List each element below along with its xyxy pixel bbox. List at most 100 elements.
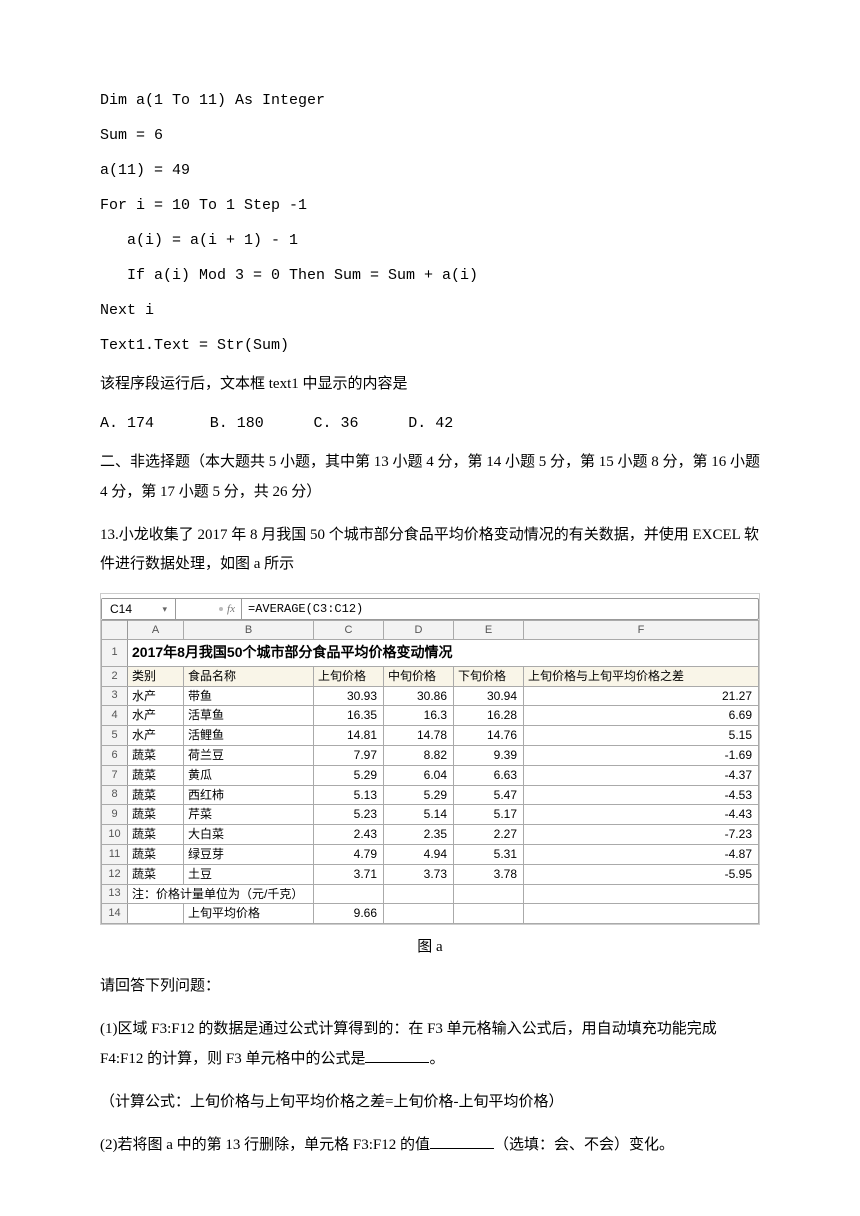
spreadsheet-grid: A B C D E F 1 2017年8月我国50个城市部分食品平均价格变动情况… [101, 620, 759, 924]
option-a: A. 174 [100, 413, 154, 434]
row-num: 3 [102, 686, 128, 706]
q2-post: （选填：会、不会）变化。 [494, 1137, 674, 1153]
code-line-5: a(i) = a(i + 1) - 1 [100, 230, 760, 251]
option-d: D. 42 [408, 413, 453, 434]
empty-cell [524, 884, 759, 904]
row-num: 9 [102, 805, 128, 825]
row-num: 8 [102, 785, 128, 805]
code-line-2: Sum = 6 [100, 125, 760, 146]
cell: 14.76 [454, 726, 524, 746]
answer-options: A. 174 B. 180 C. 36 D. 42 [100, 413, 760, 434]
row-num: 10 [102, 825, 128, 845]
cell: 30.93 [314, 686, 384, 706]
cell: 蔬菜 [128, 845, 184, 865]
row-num: 13 [102, 884, 128, 904]
col-F-header: F [524, 621, 759, 640]
code-line-4: For i = 10 To 1 Step -1 [100, 195, 760, 216]
cell: 3.73 [384, 864, 454, 884]
cell: 3.78 [454, 864, 524, 884]
cell: 5.29 [314, 765, 384, 785]
table-row: 8蔬菜西红柿5.135.295.47-4.53 [102, 785, 759, 805]
cell: 蔬菜 [128, 746, 184, 766]
cell: 2.35 [384, 825, 454, 845]
formula-input: =AVERAGE(C3:C12) [242, 599, 758, 619]
title-row: 1 2017年8月我国50个城市部分食品平均价格变动情况 [102, 640, 759, 667]
cell: -5.95 [524, 864, 759, 884]
fill-blank [365, 1049, 429, 1063]
cell: 蔬菜 [128, 765, 184, 785]
cell: 水产 [128, 686, 184, 706]
row-num: 6 [102, 746, 128, 766]
cell: 14.81 [314, 726, 384, 746]
sub-question-1: (1)区域 F3:F12 的数据是通过公式计算得到的：在 F3 单元格输入公式后… [100, 1015, 760, 1074]
cell: 3.71 [314, 864, 384, 884]
cell: 芹菜 [184, 805, 314, 825]
active-cell-ref: C14 [110, 601, 132, 618]
cell: -4.87 [524, 845, 759, 865]
table-row: 12蔬菜土豆3.713.733.78-5.95 [102, 864, 759, 884]
col-C-header: C [314, 621, 384, 640]
cell: 7.97 [314, 746, 384, 766]
q2-text: (2)若将图 a 中的第 13 行删除，单元格 F3:F12 的值 [100, 1137, 430, 1153]
row-num: 4 [102, 706, 128, 726]
cell: -7.23 [524, 825, 759, 845]
col-B-header: B [184, 621, 314, 640]
section-two-heading: 二、非选择题（本大题共 5 小题，其中第 13 小题 4 分，第 14 小题 5… [100, 448, 760, 507]
figure-caption: 图 a [100, 937, 760, 958]
cell: 蔬菜 [128, 825, 184, 845]
option-c: C. 36 [314, 413, 359, 434]
dot-icon [219, 607, 223, 611]
option-b: B. 180 [210, 413, 264, 434]
cell: 5.23 [314, 805, 384, 825]
cell: 蔬菜 [128, 805, 184, 825]
column-header-row: A B C D E F [102, 621, 759, 640]
hdr-late: 下旬价格 [454, 666, 524, 686]
col-E-header: E [454, 621, 524, 640]
code-line-6: If a(i) Mod 3 = 0 Then Sum = Sum + a(i) [100, 265, 760, 286]
cell: 2.27 [454, 825, 524, 845]
cell: 9.39 [454, 746, 524, 766]
cell: 西红柿 [184, 785, 314, 805]
table-row: 9蔬菜芹菜5.235.145.17-4.43 [102, 805, 759, 825]
cell: 蔬菜 [128, 785, 184, 805]
cell: 5.15 [524, 726, 759, 746]
table-row: 7蔬菜黄瓜5.296.046.63-4.37 [102, 765, 759, 785]
hdr-diff: 上旬价格与上旬平均价格之差 [524, 666, 759, 686]
cell: 水产 [128, 726, 184, 746]
cell: 绿豆芽 [184, 845, 314, 865]
fx-icons: fx [176, 599, 242, 619]
cell: 5.17 [454, 805, 524, 825]
cell: 蔬菜 [128, 864, 184, 884]
cell: 活草鱼 [184, 706, 314, 726]
cell: 5.14 [384, 805, 454, 825]
note-cell: 注：价格计量单位为（元/千克） [128, 884, 314, 904]
code-line-3: a(11) = 49 [100, 160, 760, 181]
cell: 5.29 [384, 785, 454, 805]
q1-note: （计算公式：上旬价格与上旬平均价格之差=上旬价格-上旬平均价格） [100, 1088, 760, 1117]
cell: 4.94 [384, 845, 454, 865]
cell: 8.82 [384, 746, 454, 766]
empty-cell [384, 904, 454, 924]
cell: 6.04 [384, 765, 454, 785]
hdr-early: 上旬价格 [314, 666, 384, 686]
avg-row: 14 上旬平均价格 9.66 [102, 904, 759, 924]
row-num: 1 [102, 640, 128, 667]
avg-label: 上旬平均价格 [184, 904, 314, 924]
cell: -4.37 [524, 765, 759, 785]
table-row: 6蔬菜荷兰豆7.978.829.39-1.69 [102, 746, 759, 766]
note-row: 13 注：价格计量单位为（元/千克） [102, 884, 759, 904]
header-row: 2 类别 食品名称 上旬价格 中旬价格 下旬价格 上旬价格与上旬平均价格之差 [102, 666, 759, 686]
cell: 16.35 [314, 706, 384, 726]
hdr-mid: 中旬价格 [384, 666, 454, 686]
q13-intro: 13.小龙收集了 2017 年 8 月我国 50 个城市部分食品平均价格变动情况… [100, 521, 760, 580]
cell: 5.13 [314, 785, 384, 805]
cell: 5.31 [454, 845, 524, 865]
question-prompt: 该程序段运行后，文本框 text1 中显示的内容是 [100, 370, 760, 399]
empty-cell [454, 884, 524, 904]
sub-question-2: (2)若将图 a 中的第 13 行删除，单元格 F3:F12 的值 （选填：会、不… [100, 1131, 760, 1160]
cell: 6.63 [454, 765, 524, 785]
cell: 21.27 [524, 686, 759, 706]
cell: 4.79 [314, 845, 384, 865]
cell: 大白菜 [184, 825, 314, 845]
hdr-cat: 类别 [128, 666, 184, 686]
